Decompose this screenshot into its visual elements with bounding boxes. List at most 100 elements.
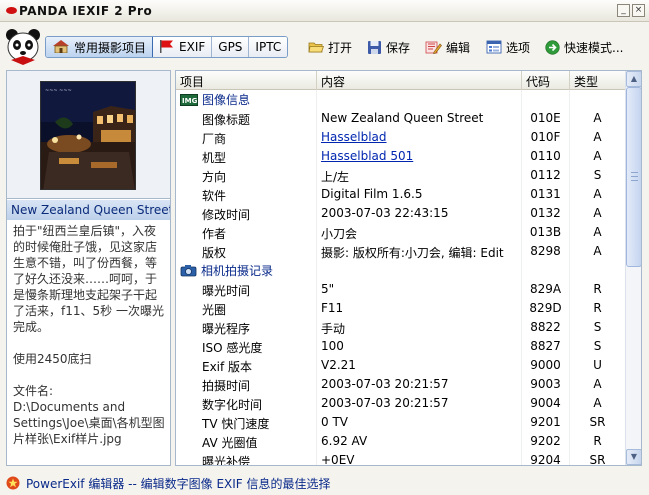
title-bar: PANDA IEXIF 2 Pro _ × [0,0,649,22]
table-row[interactable]: 曝光时间 5" 829A R [176,280,626,299]
table-row[interactable]: 版权 摄影: 版权所有:小刀会, 编辑: Edit 8298 A [176,242,626,261]
save-label: 保存 [386,40,411,55]
options-button[interactable]: 选项 [486,36,530,58]
table-row[interactable]: 数字化时间 2003-07-03 20:21:57 9004 A [176,394,626,413]
item-name-cell: Exif 版本 [176,356,317,375]
item-value-cell: 100 [317,337,522,356]
item-code-cell: 010F [522,128,570,147]
table-row[interactable]: 方向 上/左 0112 S [176,166,626,185]
minimize-button[interactable]: _ [617,4,630,17]
item-name-cell: 曝光补偿 [176,451,317,465]
item-code-cell: 9201 [522,413,570,432]
item-value-cell: V2.21 [317,356,522,375]
quick-mode-label: 快速模式... [564,40,624,55]
item-type-cell: A [570,147,626,166]
empty-cell [317,90,522,109]
item-value-link[interactable]: Hasselblad [317,128,522,147]
edit-button[interactable]: 编辑 [425,36,470,58]
photo-description: 拍于"纽西兰皇后镇"，入夜的时候俺肚子饿，见这家店生意不错，叫了份西餐，等了好久… [13,224,165,446]
item-name-cell: ISO 感光度 [176,337,317,356]
table-row[interactable]: 厂商 Hasselblad 010F A [176,128,626,147]
table-row[interactable]: 图像标题 New Zealand Queen Street 010E A [176,109,626,128]
table-row[interactable]: AV 光圈值 6.92 AV 9202 R [176,432,626,451]
open-button[interactable]: 打开 [308,36,352,58]
folder-open-icon [308,40,324,54]
table-row[interactable]: ISO 感光度 100 8827 S [176,337,626,356]
column-header-code[interactable]: 代码 [522,71,570,90]
item-code-cell: 0110 [522,147,570,166]
item-type-cell: A [570,223,626,242]
item-value-cell: F11 [317,299,522,318]
item-code-cell: 829A [522,280,570,299]
table-row[interactable]: 曝光补偿 +0EV 9204 SR [176,451,626,465]
item-name-cell: 方向 [176,166,317,185]
tab-label: 常用摄影项目 [74,40,147,55]
table-row[interactable]: 修改时间 2003-07-03 22:43:15 0132 A [176,204,626,223]
status-text: PowerExif 编辑器 -- 编辑数字图像 EXIF 信息的最佳选择 [26,476,331,491]
column-header-type[interactable]: 类型 [570,71,626,90]
open-label: 打开 [328,40,353,55]
table-row[interactable]: 拍摄时间 2003-07-03 20:21:57 9003 A [176,375,626,394]
category-tabs: 常用摄影项目 EXIF GPS IPTC [45,36,289,58]
item-name-cell: 曝光程序 [176,318,317,337]
item-code-cell: 9202 [522,432,570,451]
app-title: PANDA IEXIF 2 Pro [19,4,153,18]
item-value-cell: 2003-07-03 22:43:15 [317,204,522,223]
tab-iptc[interactable]: IPTC [249,37,288,57]
empty-cell [570,90,626,109]
table-row[interactable]: 机型 Hasselblad 501 0110 A [176,147,626,166]
table-row[interactable]: Exif 版本 V2.21 9000 U [176,356,626,375]
options-label: 选项 [506,40,531,55]
table-group-row[interactable]: IMG 图像信息 [176,90,626,109]
item-type-cell: S [570,337,626,356]
table-row[interactable]: 光圈 F11 829D R [176,299,626,318]
tab-label: IPTC [255,40,282,54]
empty-cell [522,90,570,109]
item-type-cell: S [570,318,626,337]
table-row[interactable]: 作者 小刀会 013B A [176,223,626,242]
item-type-cell: A [570,394,626,413]
image-info-icon: IMG [180,93,198,106]
vertical-scrollbar[interactable]: ▲ ▼ [625,71,641,465]
save-button[interactable]: 保存 [367,36,410,58]
scrollbar-thumb[interactable] [626,87,641,267]
item-name-cell: 厂商 [176,128,317,147]
group-title: 相机拍摄记录 [201,264,274,278]
column-header-content[interactable]: 内容 [317,71,522,90]
scroll-down-arrow-icon[interactable]: ▼ [626,449,641,465]
item-value-cell: 手动 [317,318,522,337]
item-value-cell: 2003-07-03 20:21:57 [317,375,522,394]
item-type-cell: A [570,375,626,394]
column-header-item[interactable]: 项目 [176,71,317,90]
item-code-cell: 010E [522,109,570,128]
quick-mode-button[interactable]: 快速模式... [545,36,623,58]
close-button[interactable]: × [632,4,645,17]
tab-common-photo[interactable]: 常用摄影项目 [46,37,154,57]
table-body: IMG 图像信息图像标题 New Zealand Queen Street 010E A… [176,90,626,465]
empty-cell [522,261,570,280]
group-title: 图像信息 [202,93,251,107]
group-title-cell: 相机拍摄记录 [176,261,317,280]
empty-cell [570,261,626,280]
tab-gps[interactable]: GPS [212,37,250,57]
toolbar: 常用摄影项目 EXIF GPS IPTC 打开 保存 编辑 选项 快速模式... [0,22,649,70]
table-row[interactable]: TV 快门速度 0 TV 9201 SR [176,413,626,432]
floppy-disk-icon [367,40,382,55]
item-code-cell: 9004 [522,394,570,413]
table-row[interactable]: 软件 Digital Film 1.6.5 0131 A [176,185,626,204]
item-value-cell: 2003-07-03 20:21:57 [317,394,522,413]
empty-cell [317,261,522,280]
item-type-cell: A [570,185,626,204]
tab-exif[interactable]: EXIF [153,37,213,57]
scroll-up-arrow-icon[interactable]: ▲ [626,71,641,87]
options-grid-icon [486,40,502,54]
arrow-right-circle-icon [545,39,560,55]
item-value-cell: 上/左 [317,166,522,185]
table-row[interactable]: 曝光程序 手动 8822 S [176,318,626,337]
table-group-row[interactable]: 相机拍摄记录 [176,261,626,280]
photo-thumbnail[interactable]: ~~~ ~~~ [40,81,136,190]
item-value-link[interactable]: Hasselblad 501 [317,147,522,166]
window-controls: _ × [617,4,645,17]
item-name-cell: AV 光圈值 [176,432,317,451]
item-type-cell: A [570,109,626,128]
